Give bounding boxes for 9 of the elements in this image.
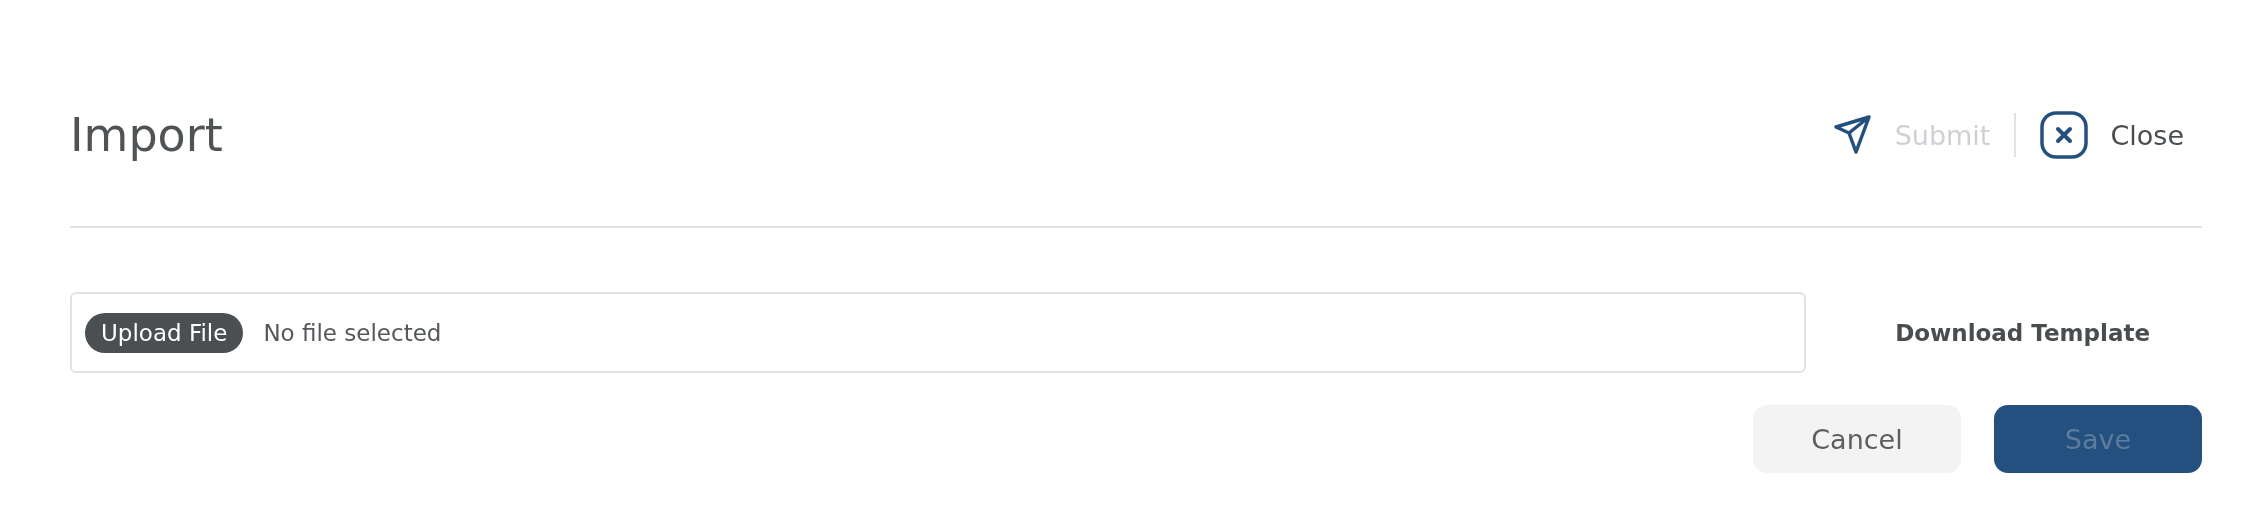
- cancel-button[interactable]: Cancel: [1753, 405, 1961, 473]
- file-status: No file selected: [263, 319, 442, 346]
- close-button[interactable]: Close: [2022, 111, 2202, 159]
- dialog-title: Import: [70, 108, 223, 162]
- close-icon: [2040, 111, 2089, 159]
- download-template-link[interactable]: Download Template: [1895, 319, 2150, 346]
- send-icon: [1832, 114, 1873, 156]
- file-field[interactable]: Upload File No file selected: [70, 292, 1806, 373]
- upload-file-button[interactable]: Upload File: [85, 312, 244, 353]
